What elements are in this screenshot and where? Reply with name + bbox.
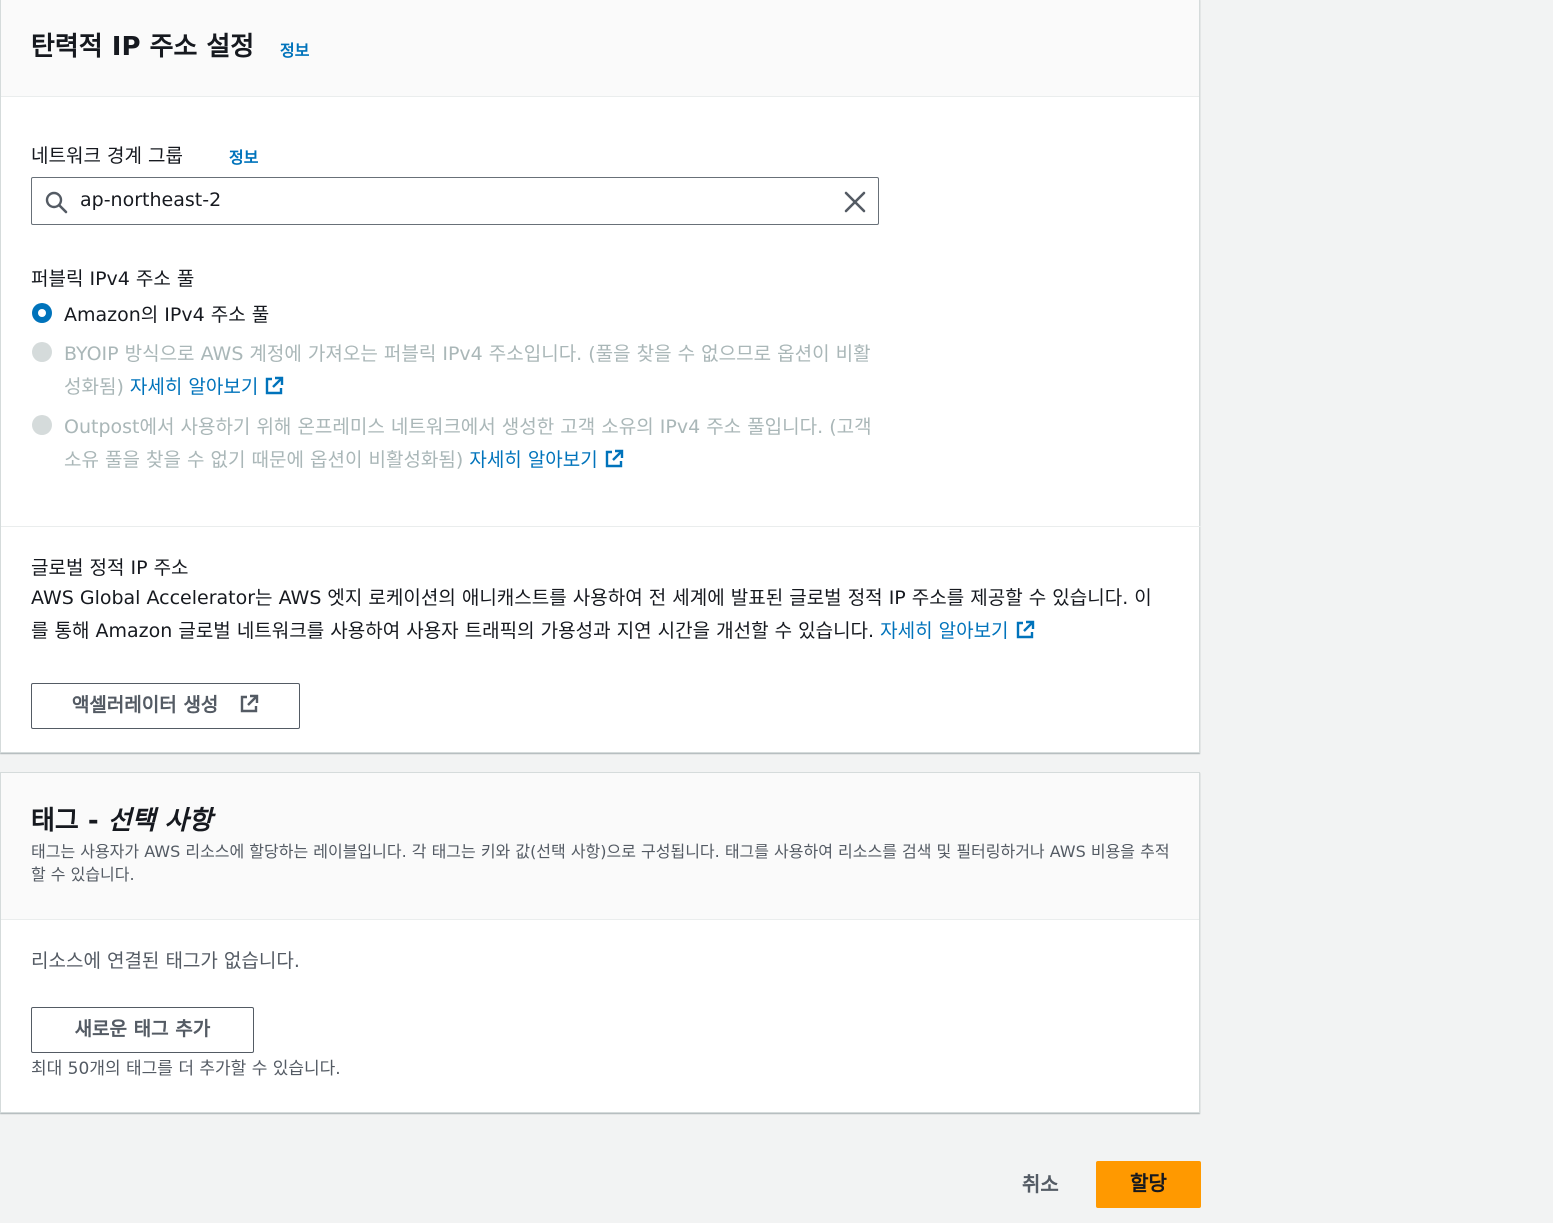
global-static-ip-label: 글로벌 정적 IP 주소 — [31, 557, 189, 579]
eip-settings-panel: 탄력적 IP 주소 설정 정보 네트워크 경계 그룹 정보 ap-northea… — [0, 0, 1201, 753]
page-title: 탄력적 IP 주소 설정 — [31, 32, 255, 62]
no-tags-text: 리소스에 연결된 태그가 없습니다. — [31, 950, 300, 972]
global-accelerator-learn-more-link[interactable]: 자세히 알아보기 — [880, 620, 1034, 642]
create-accelerator-label: 액셀러레이터 생성 — [71, 694, 219, 716]
pool-option-amazon[interactable]: Amazon의 IPv4 주소 풀 — [31, 299, 881, 333]
tags-description: 태그는 사용자가 AWS 리소스에 할당하는 레이블입니다. 각 태그는 키와 … — [31, 842, 1170, 884]
tags-title-main: 태그 - — [31, 806, 108, 836]
network-border-group-label: 네트워크 경계 그룹 — [31, 145, 183, 167]
pool-option-outpost-label: Outpost에서 사용하기 위해 온프레미스 네트워크에서 생성한 고객 소유… — [64, 411, 874, 477]
network-border-group-info-link[interactable]: 정보 — [229, 144, 258, 168]
tags-title: 태그 - 선택 사항 — [31, 800, 212, 837]
byoip-learn-more-text: 자세히 알아보기 — [129, 376, 259, 398]
pool-option-byoip: BYOIP 방식으로 AWS 계정에 가져오는 퍼블릭 IPv4 주소입니다. … — [31, 338, 881, 406]
external-link-icon — [605, 449, 623, 468]
search-icon — [45, 191, 68, 214]
add-new-tag-button[interactable]: 새로운 태그 추가 — [31, 1007, 254, 1053]
global-accelerator-learn-more-text: 자세히 알아보기 — [880, 620, 1009, 642]
create-accelerator-button[interactable]: 액셀러레이터 생성 — [31, 683, 300, 729]
radio-amazon-pool[interactable] — [32, 303, 52, 323]
external-link-icon — [266, 376, 284, 395]
external-link-icon — [240, 694, 259, 713]
pool-option-amazon-label: Amazon의 IPv4 주소 풀 — [64, 304, 270, 326]
outpost-learn-more-text: 자세히 알아보기 — [469, 449, 598, 471]
radio-outpost-pool — [32, 415, 52, 435]
eip-settings-header: 탄력적 IP 주소 설정 정보 — [1, 0, 1199, 97]
network-border-group-value[interactable]: ap-northeast-2 — [80, 189, 221, 211]
tags-header: 태그 - 선택 사항 태그는 사용자가 AWS 리소스에 할당하는 레이블입니다… — [1, 773, 1199, 920]
allocate-button[interactable]: 할당 — [1096, 1161, 1201, 1208]
pool-option-outpost: Outpost에서 사용하기 위해 온프레미스 네트워크에서 생성한 고객 소유… — [31, 411, 881, 479]
tags-title-optional: 선택 사항 — [107, 806, 213, 836]
byoip-learn-more-link[interactable]: 자세히 알아보기 — [130, 376, 284, 398]
network-border-group-search[interactable]: ap-northeast-2 — [31, 177, 879, 225]
global-static-ip-description: AWS Global Accelerator는 AWS 엣지 로케이션의 애니캐… — [31, 582, 1161, 648]
section-divider — [1, 526, 1201, 527]
pool-option-outpost-text: Outpost에서 사용하기 위해 온프레미스 네트워크에서 생성한 고객 소유… — [64, 416, 872, 471]
external-link-icon — [1016, 620, 1034, 639]
tags-panel: 태그 - 선택 사항 태그는 사용자가 AWS 리소스에 할당하는 레이블입니다… — [0, 772, 1200, 1113]
radio-byoip-pool — [32, 342, 52, 362]
close-icon[interactable] — [842, 189, 868, 215]
tag-limit-text: 최대 50개의 태그를 더 추가할 수 있습니다. — [31, 1059, 341, 1079]
public-ipv4-pool-label: 퍼블릭 IPv4 주소 풀 — [31, 268, 195, 290]
title-info-link[interactable]: 정보 — [280, 37, 309, 61]
outpost-learn-more-link[interactable]: 자세히 알아보기 — [469, 449, 623, 471]
cancel-button[interactable]: 취소 — [1022, 1168, 1059, 1197]
pool-option-byoip-label: BYOIP 방식으로 AWS 계정에 가져오는 퍼블릭 IPv4 주소입니다. … — [64, 338, 874, 404]
